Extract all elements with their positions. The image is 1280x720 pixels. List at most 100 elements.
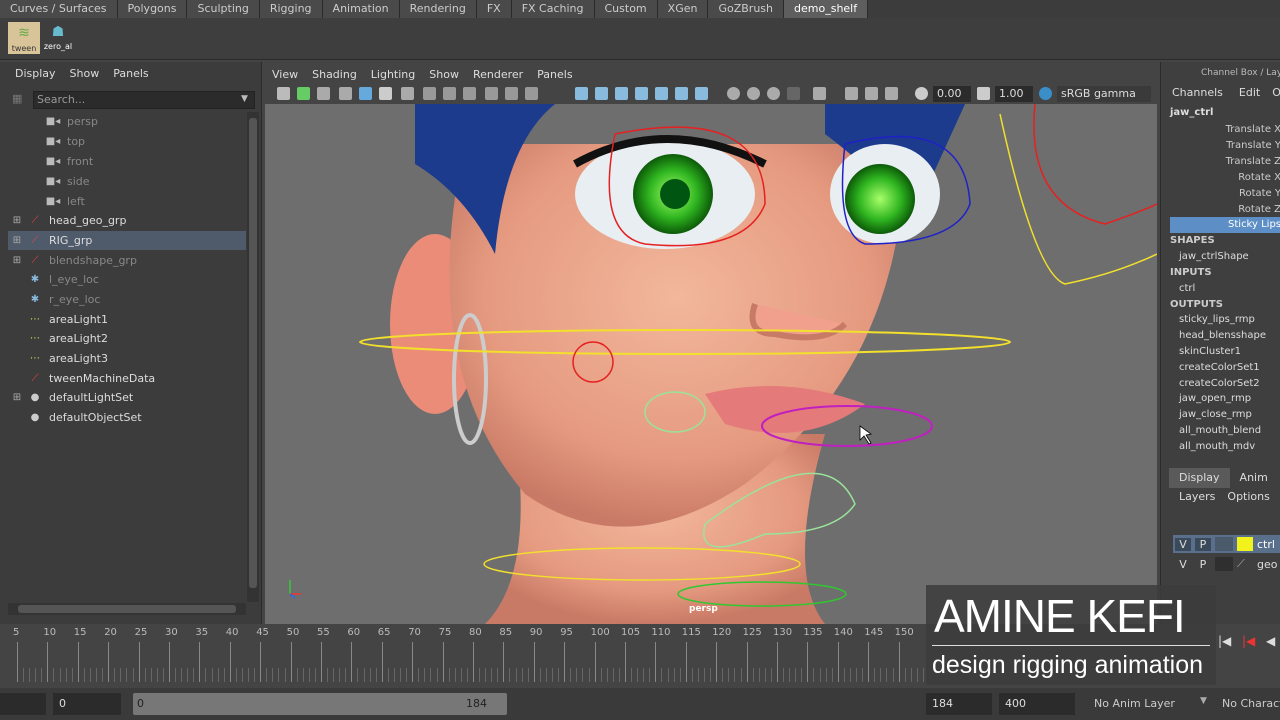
xray-icon[interactable] xyxy=(813,87,826,100)
backface-culling-icon[interactable] xyxy=(885,87,898,100)
playback-end-field[interactable]: 184 xyxy=(926,693,992,715)
side-ctrl-curve[interactable] xyxy=(999,113,1157,285)
playback-start-field[interactable]: 0 xyxy=(53,693,121,715)
gate-mask-icon[interactable] xyxy=(463,87,476,100)
display-tab[interactable]: Display xyxy=(1169,468,1230,488)
shelf-tab[interactable]: FX xyxy=(476,0,512,18)
shelf-tab[interactable]: GoZBrush xyxy=(708,0,785,18)
camera-select-icon[interactable] xyxy=(277,87,290,100)
shelf-tab-active[interactable]: demo_shelf xyxy=(784,0,869,18)
gamma-icon[interactable] xyxy=(977,87,990,100)
output-node[interactable]: createColorSet2 xyxy=(1179,378,1260,389)
attr-translate-z[interactable]: Translate Z xyxy=(1171,154,1280,170)
layer-name[interactable]: ctrl xyxy=(1257,538,1275,551)
camera-attr-icon[interactable] xyxy=(297,87,310,100)
layer-visibility-toggle[interactable]: V xyxy=(1175,558,1191,571)
grease-pencil-icon[interactable] xyxy=(379,87,392,100)
shelf-tab[interactable]: FX Caching xyxy=(511,0,595,18)
outliner-item-side[interactable]: ■◂ side xyxy=(8,172,246,191)
shelf-tab[interactable]: Polygons xyxy=(117,0,188,18)
outliner-menu-panels[interactable]: Panels xyxy=(106,62,155,86)
image-plane-icon[interactable] xyxy=(339,87,352,100)
xray-active-icon[interactable] xyxy=(865,87,878,100)
multisample-icon[interactable] xyxy=(747,87,760,100)
safe-action-icon[interactable] xyxy=(505,87,518,100)
layer-type-toggle[interactable] xyxy=(1215,557,1233,571)
exposure-icon[interactable] xyxy=(915,87,928,100)
zero-al-button[interactable]: ☗ zero_al xyxy=(42,22,74,54)
outliner-item-area-light-3[interactable]: ⋯ areaLight3 xyxy=(8,349,246,368)
outliner-item-blendshape-grp[interactable]: ⊞ ⟋ blendshape_grp xyxy=(8,251,246,270)
layer-row-geo[interactable]: V P ⟋ geo xyxy=(1173,555,1280,573)
exposure-field[interactable]: 0.00 xyxy=(933,86,971,102)
outliner-item-tween-machine-data[interactable]: ⟋ tweenMachineData xyxy=(8,369,246,388)
output-node[interactable]: skinCluster1 xyxy=(1179,346,1241,357)
field-chart-icon[interactable] xyxy=(485,87,498,100)
character-select[interactable]: No Characte xyxy=(1218,693,1280,715)
colorspace-select[interactable]: sRGB gamma xyxy=(1057,86,1151,102)
expand-icon[interactable]: ⊞ xyxy=(8,388,26,407)
attr-translate-x[interactable]: Translate X xyxy=(1171,122,1280,138)
attr-rotate-y[interactable]: Rotate Y xyxy=(1171,186,1280,202)
outliner-item-head-geo-grp[interactable]: ⊞ ⟋ head_geo_grp xyxy=(8,211,246,230)
layer-type-toggle[interactable] xyxy=(1215,537,1233,551)
outliner-item-rig-grp[interactable]: ⊞ ⟋ RIG_grp xyxy=(8,231,246,250)
outliner-scrollbar[interactable] xyxy=(247,112,259,602)
options-menu[interactable]: Options xyxy=(1227,490,1269,503)
step-back-icon[interactable]: ◀ xyxy=(1266,634,1275,648)
chevron-down-icon[interactable]: ▼ xyxy=(1200,696,1207,706)
layer-playback-toggle[interactable]: P xyxy=(1195,558,1211,571)
use-lights-icon[interactable] xyxy=(655,87,668,100)
motion-blur-icon[interactable] xyxy=(727,87,740,100)
two-d-pan-icon[interactable] xyxy=(359,87,372,100)
object-menu[interactable]: O xyxy=(1268,86,1280,99)
bookmark-icon[interactable] xyxy=(317,87,330,100)
scene-end-field[interactable]: 400 xyxy=(999,693,1075,715)
outliner-menu-display[interactable]: Display xyxy=(8,62,63,86)
anim-tab[interactable]: Anim xyxy=(1230,468,1278,488)
layer-visibility-toggle[interactable]: V xyxy=(1175,537,1191,551)
shelf-tab[interactable]: Animation xyxy=(322,0,400,18)
viewport-menu-panels[interactable]: Panels xyxy=(530,64,579,86)
viewport-menu-lighting[interactable]: Lighting xyxy=(364,64,422,86)
viewport-3d[interactable]: persp xyxy=(265,104,1157,624)
attr-rotate-x[interactable]: Rotate X xyxy=(1171,170,1280,186)
outliner-item-default-light-set[interactable]: ⊞ ● defaultLightSet xyxy=(8,388,246,407)
viewport-menu-view[interactable]: View xyxy=(265,64,305,86)
shelf-tab[interactable]: Sculpting xyxy=(187,0,260,18)
outliner-item-area-light-1[interactable]: ⋯ areaLight1 xyxy=(8,310,246,329)
input-node[interactable]: ctrl xyxy=(1179,283,1195,294)
chevron-down-icon[interactable]: ▼ xyxy=(241,94,248,104)
output-node[interactable]: sticky_lips_rmp xyxy=(1179,314,1255,325)
outliner-item-left[interactable]: ■◂ left xyxy=(8,192,246,211)
smooth-shade-icon[interactable] xyxy=(595,87,608,100)
grid-toggle-icon[interactable] xyxy=(401,87,414,100)
outliner-item-persp[interactable]: ■◂ persp xyxy=(8,112,246,131)
attr-rotate-z[interactable]: Rotate Z xyxy=(1171,202,1280,218)
edit-menu[interactable]: Edit xyxy=(1231,86,1268,99)
wireframe-icon[interactable] xyxy=(575,87,588,100)
viewport-menu-shading[interactable]: Shading xyxy=(305,64,364,86)
shape-node[interactable]: jaw_ctrlShape xyxy=(1179,251,1249,262)
layer-color-swatch[interactable]: ⟋ xyxy=(1237,557,1253,571)
resolution-gate-icon[interactable] xyxy=(443,87,456,100)
gamma-field[interactable]: 1.00 xyxy=(995,86,1033,102)
anim-layer-select[interactable]: No Anim Layer xyxy=(1090,693,1198,715)
layer-playback-toggle[interactable]: P xyxy=(1195,537,1211,551)
scene-start-field[interactable] xyxy=(0,693,46,715)
outliner-search-input[interactable]: Search... xyxy=(33,91,255,109)
shelf-tab[interactable]: Curves / Surfaces xyxy=(0,0,118,18)
outliner-item-l-eye-loc[interactable]: ✱ l_eye_loc xyxy=(8,270,246,289)
wireframe-on-shaded-icon[interactable] xyxy=(615,87,628,100)
outliner-hscrollbar[interactable] xyxy=(8,603,246,615)
ambient-occlusion-icon[interactable] xyxy=(695,87,708,100)
range-slider[interactable]: 0 184 xyxy=(133,693,507,715)
output-node[interactable]: jaw_close_rmp xyxy=(1179,409,1252,420)
layers-menu[interactable]: Layers xyxy=(1179,490,1227,503)
go-to-start-icon[interactable]: |◀ xyxy=(1218,634,1231,648)
xray-joints-icon[interactable] xyxy=(845,87,858,100)
layer-row-ctrl[interactable]: V P ctrl xyxy=(1173,535,1280,553)
output-node[interactable]: createColorSet1 xyxy=(1179,362,1260,373)
film-gate-icon[interactable] xyxy=(423,87,436,100)
outliner-menu-show[interactable]: Show xyxy=(63,62,107,86)
